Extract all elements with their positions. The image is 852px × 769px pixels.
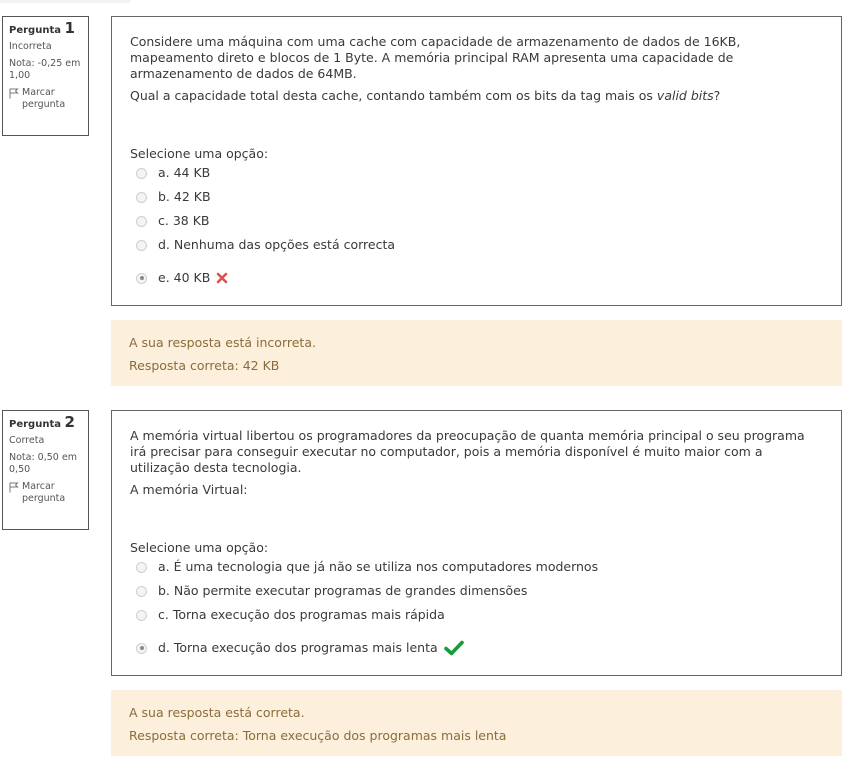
flag-label: Marcar pergunta <box>22 87 66 110</box>
answer-option-c[interactable]: c. 38 KB <box>130 213 823 229</box>
question-1-feedback: A sua resposta está incorreta. Resposta … <box>111 320 842 386</box>
answer-option-a[interactable]: a. É uma tecnologia que já não se utiliz… <box>130 559 823 575</box>
feedback-correct-answer: Resposta correta: 42 KB <box>129 358 280 373</box>
answer-option-e[interactable]: e. 40 KB <box>130 270 823 286</box>
option-label: b. Não permite executar programas de gra… <box>158 583 528 598</box>
radio-button[interactable] <box>136 239 147 251</box>
feedback-status: A sua resposta está correta. <box>129 705 305 720</box>
radio-button[interactable] <box>136 191 147 203</box>
question-state: Correta <box>9 435 45 446</box>
question-2-feedback: A sua resposta está correta. Resposta co… <box>111 690 842 756</box>
answer-option-b[interactable]: b. 42 KB <box>130 189 823 205</box>
check-icon <box>443 640 464 656</box>
question-state: Incorreta <box>9 41 52 52</box>
question-number: 2 <box>64 413 75 431</box>
question-subtext: Qual a capacidade total desta cache, con… <box>130 88 823 104</box>
question-label: Pergunta <box>9 419 61 430</box>
option-label: d. Torna execução dos programas mais len… <box>158 640 438 655</box>
option-label: d. Nenhuma das opções está correcta <box>158 237 396 252</box>
feedback-status: A sua resposta está incorreta. <box>129 335 316 350</box>
answer-option-c[interactable]: c. Torna execução dos programas mais ráp… <box>130 607 823 623</box>
cross-icon <box>216 272 228 284</box>
subtext-part: Qual a capacidade total desta cache, con… <box>130 88 657 103</box>
subtext-part: ? <box>713 88 721 103</box>
flag-question-link[interactable]: Marcar pergunta <box>9 481 82 505</box>
option-label: a. É uma tecnologia que já não se utiliz… <box>158 559 599 574</box>
question-text: Considere uma máquina com uma cache com … <box>130 34 741 81</box>
question-grade: Nota: 0,50 em 0,50 <box>9 452 77 475</box>
option-label: c. 38 KB <box>158 213 210 228</box>
radio-button-selected[interactable] <box>136 272 147 284</box>
radio-button[interactable] <box>136 215 147 227</box>
answer-option-b[interactable]: b. Não permite executar programas de gra… <box>130 583 823 599</box>
question-label: Pergunta <box>9 25 61 36</box>
option-label: e. 40 KB <box>158 270 211 285</box>
radio-button[interactable] <box>136 585 147 597</box>
answer-prompt: Selecione uma opção: <box>130 540 269 555</box>
radio-button[interactable] <box>136 167 147 179</box>
top-divider <box>0 0 130 3</box>
question-1-info: Pergunta 1 Incorreta Nota: -0,25 em 1,00… <box>2 16 89 136</box>
radio-button-selected[interactable] <box>136 642 147 654</box>
radio-button[interactable] <box>136 561 147 573</box>
option-label: b. 42 KB <box>158 189 211 204</box>
feedback-correct-answer: Resposta correta: Torna execução dos pro… <box>129 728 507 743</box>
answer-option-d[interactable]: d. Torna execução dos programas mais len… <box>130 640 823 656</box>
question-text: A memória virtual libertou os programado… <box>130 428 805 475</box>
question-grade: Nota: -0,25 em 1,00 <box>9 58 81 81</box>
radio-button[interactable] <box>136 609 147 621</box>
flag-icon <box>9 88 19 99</box>
subtext-emphasis: valid bits <box>656 88 714 103</box>
question-1-title: Pergunta 1 <box>9 19 82 37</box>
answer-option-d[interactable]: d. Nenhuma das opções está correcta <box>130 237 823 253</box>
option-label: c. Torna execução dos programas mais ráp… <box>158 607 445 622</box>
answer-option-a[interactable]: a. 44 KB <box>130 165 823 181</box>
question-subtext: A memória Virtual: <box>130 482 248 497</box>
flag-question-link[interactable]: Marcar pergunta <box>9 87 82 111</box>
answer-prompt: Selecione uma opção: <box>130 146 269 161</box>
option-label: a. 44 KB <box>158 165 211 180</box>
question-2-info: Pergunta 2 Correta Nota: 0,50 em 0,50 Ma… <box>2 410 89 530</box>
question-1-content: Considere uma máquina com uma cache com … <box>111 16 842 306</box>
flag-label: Marcar pergunta <box>22 481 66 504</box>
question-2-title: Pergunta 2 <box>9 413 82 431</box>
question-number: 1 <box>64 19 75 37</box>
flag-icon <box>9 482 19 493</box>
question-2-content: A memória virtual libertou os programado… <box>111 410 842 676</box>
